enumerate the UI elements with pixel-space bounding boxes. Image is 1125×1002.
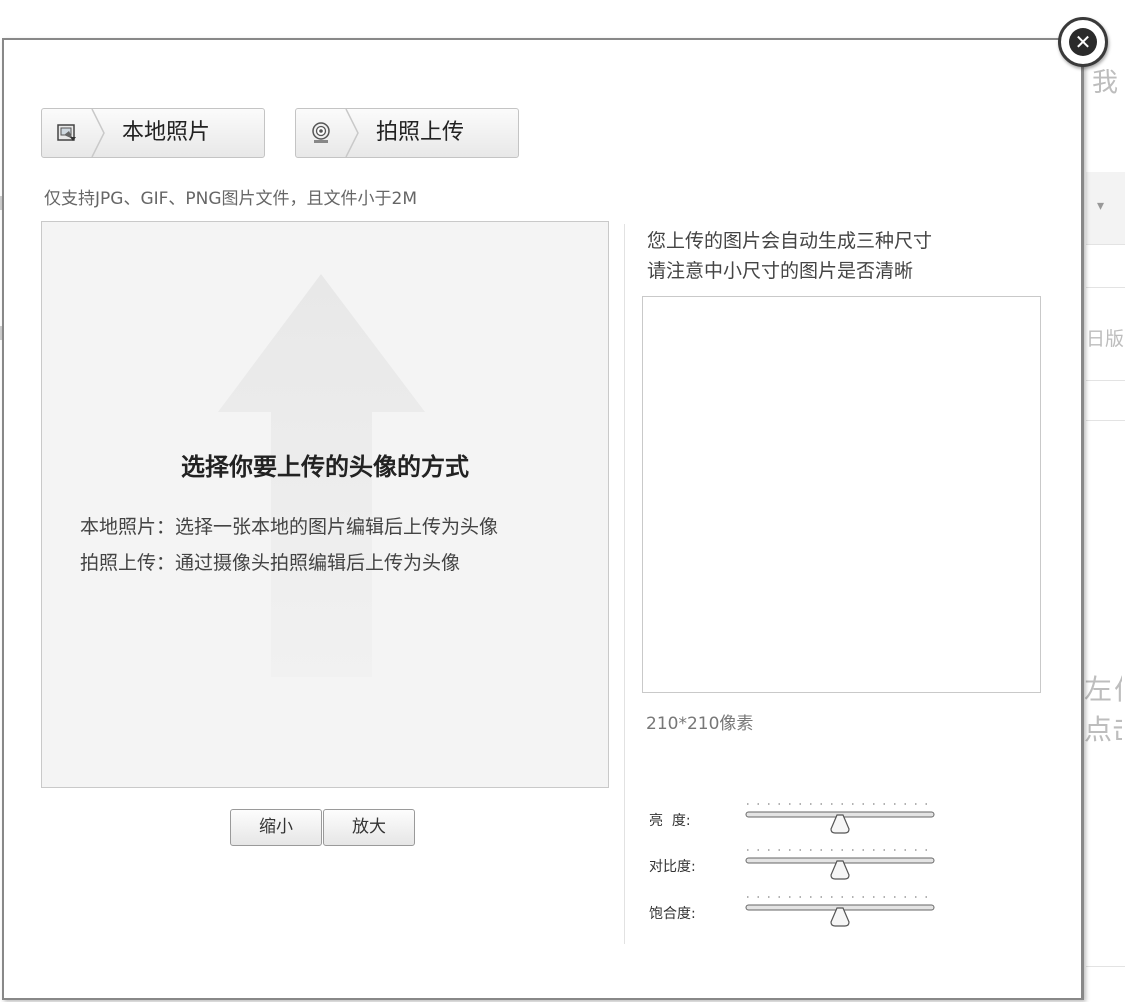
saturation-label: 饱合度: — [649, 906, 696, 922]
background-divider — [1086, 420, 1125, 421]
close-button[interactable]: ✕ — [1058, 17, 1108, 67]
contrast-label: 对比度: — [649, 859, 696, 875]
brightness-slider[interactable] — [745, 802, 935, 836]
background-select — [1086, 172, 1125, 244]
upload-arrow-icon — [218, 274, 425, 677]
brightness-label: 亮 度: — [649, 813, 691, 829]
background-divider — [1086, 380, 1125, 381]
file-type-hint: 仅支持JPG、GIF、PNG图片文件，且文件小于2M — [44, 189, 418, 209]
column-separator — [624, 224, 625, 944]
background-text: 日版 — [1086, 328, 1125, 350]
background-text: 我 — [1092, 68, 1119, 98]
local-photo-label: 本地照片 — [122, 120, 211, 145]
contrast-slider[interactable] — [745, 848, 935, 882]
slider-thumb — [830, 907, 850, 927]
background-text: 左伯 — [1084, 673, 1122, 706]
webcam-upload-label: 拍照上传 — [376, 120, 465, 145]
upload-method-title: 选择你要上传的头像的方式 — [181, 452, 469, 481]
button-divider — [91, 109, 105, 157]
background-divider — [1086, 287, 1125, 288]
preview-note-line2: 请注意中小尺寸的图片是否清晰 — [647, 260, 914, 282]
button-divider — [345, 109, 359, 157]
avatar-preview-large — [642, 296, 1041, 693]
slider-thumb — [830, 860, 850, 880]
local-photo-description: 本地照片：选择一张本地的图片编辑后上传为头像 — [80, 516, 499, 538]
preview-size-label: 210*210像素 — [646, 714, 754, 734]
local-photo-button[interactable]: 本地照片 — [41, 108, 265, 158]
slider-graphic — [745, 803, 935, 834]
slider-graphic — [745, 896, 935, 927]
webcam-upload-button[interactable]: 拍照上传 — [295, 108, 519, 158]
image-edit-area[interactable]: 选择你要上传的头像的方式 本地照片：选择一张本地的图片编辑后上传为头像 拍照上传… — [41, 221, 609, 788]
background-text: 点击 — [1084, 713, 1122, 746]
preview-note-line1: 您上传的图片会自动生成三种尺寸 — [647, 230, 933, 252]
slider-graphic — [745, 849, 935, 880]
background-divider — [1086, 966, 1125, 967]
background-divider — [1086, 244, 1125, 245]
saturation-slider[interactable] — [745, 895, 935, 929]
zoom-in-button[interactable]: 放大 — [323, 809, 415, 846]
webcam-icon — [296, 109, 346, 157]
close-circle-icon: ✕ — [1069, 28, 1097, 56]
zoom-out-button[interactable]: 缩小 — [230, 809, 322, 846]
webcam-description: 拍照上传：通过摄像头拍照编辑后上传为头像 — [80, 552, 461, 574]
background-dropdown-icon: ▾ — [1097, 198, 1105, 214]
local-photo-icon — [42, 109, 92, 157]
slider-thumb — [830, 814, 850, 834]
